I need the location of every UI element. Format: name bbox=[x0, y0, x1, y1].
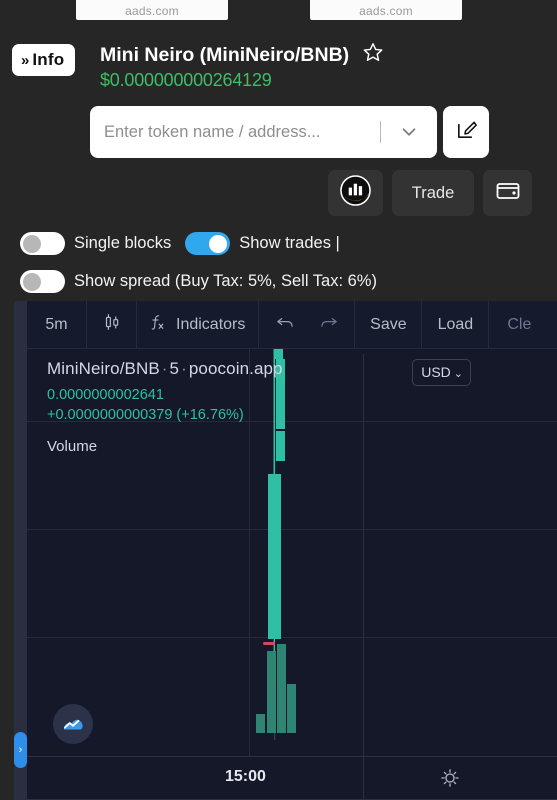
single-blocks-label: Single blocks bbox=[74, 234, 172, 252]
chart-container: › 5m Indicators Save Load Cle MiniNeiro/… bbox=[14, 301, 557, 800]
single-blocks-toggle[interactable] bbox=[20, 232, 65, 255]
fx-icon bbox=[147, 311, 167, 338]
toggle-row-2: Show spread (Buy Tax: 5%, Sell Tax: 6%) bbox=[20, 266, 557, 297]
page-title: Mini Neiro (MiniNeiro/BNB) bbox=[100, 44, 350, 67]
info-button-label: Info bbox=[32, 50, 65, 69]
poocoin-chart-icon bbox=[340, 175, 371, 211]
indicators-button[interactable]: Indicators bbox=[137, 301, 260, 348]
edit-watchlist-button[interactable] bbox=[443, 106, 489, 158]
interval-label: 5m bbox=[45, 315, 68, 333]
ad-banner-right[interactable]: aads.com bbox=[310, 0, 462, 20]
chevron-down-icon[interactable] bbox=[381, 121, 437, 143]
redo-arrow-icon[interactable] bbox=[318, 312, 340, 337]
candlestick-icon bbox=[101, 311, 123, 338]
indicators-label: Indicators bbox=[176, 315, 246, 333]
ad-banner-left-label: aads.com bbox=[125, 4, 179, 18]
ad-banner-row: aads.com aads.com bbox=[0, 0, 557, 22]
trade-button-label: Trade bbox=[411, 183, 455, 202]
pencil-square-icon bbox=[455, 118, 478, 146]
chevron-right-icon: › bbox=[18, 744, 23, 756]
chart-type-button[interactable] bbox=[87, 301, 137, 348]
chart-plot-area[interactable]: MiniNeiro/BNB · 5 · poocoin.app 0.0000000002… bbox=[27, 349, 557, 800]
info-button[interactable]: » Info bbox=[12, 44, 76, 76]
wallet-button[interactable] bbox=[483, 170, 532, 216]
trade-button[interactable]: Trade bbox=[392, 170, 474, 216]
toggle-row-1: Single blocks Show trades | bbox=[20, 228, 557, 259]
chart-toolbar: 5m Indicators Save Load Cle bbox=[27, 301, 557, 349]
toggle-knob bbox=[23, 272, 41, 291]
wallet-icon bbox=[495, 179, 521, 208]
save-button[interactable]: Save bbox=[355, 301, 423, 348]
star-icon[interactable] bbox=[362, 41, 384, 68]
load-button[interactable]: Load bbox=[422, 301, 490, 348]
clear-label: Cle bbox=[507, 315, 532, 333]
save-label: Save bbox=[370, 315, 407, 333]
token-title-block: Mini Neiro (MiniNeiro/BNB) $0.0000000002… bbox=[100, 42, 384, 91]
toggle-knob bbox=[23, 234, 41, 253]
sidebar-expand-handle[interactable]: › bbox=[14, 732, 27, 768]
chevron-down-icon: ⌄ bbox=[453, 368, 463, 380]
token-price: $0.000000000264129 bbox=[100, 70, 272, 90]
undo-redo-group bbox=[259, 301, 356, 348]
show-spread-label: Show spread (Buy Tax: 5%, Sell Tax: 6%) bbox=[74, 272, 377, 290]
ad-banner-right-label: aads.com bbox=[359, 4, 413, 18]
ad-banner-left[interactable]: aads.com bbox=[76, 0, 228, 20]
interval-button[interactable]: 5m bbox=[27, 301, 87, 348]
poocoin-chart-page: aads.com aads.com » Info Mini Neiro (Mini… bbox=[0, 0, 557, 800]
chart-left-strip bbox=[14, 301, 27, 800]
toggle-knob bbox=[209, 234, 228, 253]
chart-time-axis[interactable]: 15:00 bbox=[27, 354, 557, 800]
double-chevron-right-icon: » bbox=[21, 52, 29, 69]
chart-view-button[interactable] bbox=[328, 170, 383, 216]
currency-label: USD bbox=[421, 364, 451, 380]
undo-arrow-icon[interactable] bbox=[274, 312, 296, 337]
show-trades-toggle[interactable] bbox=[185, 232, 231, 255]
action-button-row: Trade bbox=[0, 170, 557, 218]
clear-button[interactable]: Cle bbox=[489, 301, 549, 348]
tradingview-logo-icon[interactable] bbox=[53, 704, 93, 744]
token-header: » Info Mini Neiro (MiniNeiro/BNB) $0.0000… bbox=[12, 42, 557, 90]
token-search-box[interactable] bbox=[90, 106, 437, 158]
sun-settings-icon[interactable] bbox=[439, 767, 461, 794]
time-tick-label: 15:00 bbox=[225, 768, 266, 785]
show-trades-label: Show trades | bbox=[239, 234, 340, 252]
toggle-section: Single blocks Show trades | Show spread … bbox=[0, 228, 557, 297]
currency-selector[interactable]: USD ⌄ bbox=[412, 359, 471, 386]
chart-body: 5m Indicators Save Load Cle MiniNeiro/BN… bbox=[27, 301, 557, 800]
show-spread-toggle[interactable] bbox=[20, 270, 65, 293]
price-scale-divider bbox=[363, 354, 364, 800]
chart-series-svg bbox=[256, 349, 296, 740]
search-input[interactable] bbox=[90, 106, 380, 158]
token-search-row bbox=[0, 106, 557, 160]
load-label: Load bbox=[437, 315, 474, 333]
